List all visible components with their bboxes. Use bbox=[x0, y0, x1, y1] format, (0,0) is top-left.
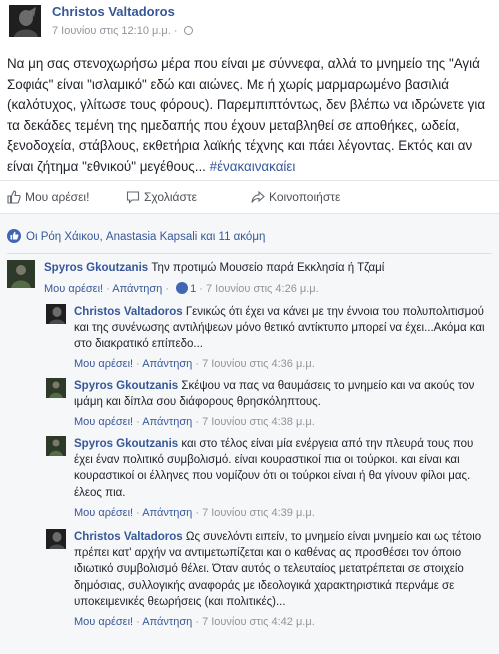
comment-timestamp[interactable]: 7 Ιουνίου στις 4:38 μ.μ. bbox=[202, 416, 315, 428]
post-action-bar: Μου αρέσει! Σχολιάστε Κοινοποιήστε bbox=[0, 180, 499, 214]
comment-author[interactable]: Christos Valtadoros bbox=[74, 531, 183, 543]
comment-actions: Μου αρέσει! · Απάντηση · 1 · 7 Ιουνίου σ… bbox=[44, 282, 319, 295]
reply-comment: Spyros Gkoutzanis Σκέψου να πας να θαυμά… bbox=[46, 378, 495, 442]
separator-dot: · bbox=[173, 25, 181, 37]
post-header: Christos Valtadoros 7 Ιουνίου στις 12:10… bbox=[0, 0, 499, 48]
likers-summary[interactable]: Οι Ρόη Χάικου, Anastasia Kapsali και 11 … bbox=[7, 229, 265, 243]
thumbs-up-icon bbox=[7, 190, 21, 204]
like-reaction-icon bbox=[7, 229, 21, 243]
comment-like-link[interactable]: Μου αρέσει! bbox=[44, 283, 103, 295]
comment-reply-link[interactable]: Απάντηση bbox=[142, 358, 192, 370]
comment-icon bbox=[126, 191, 140, 204]
author-avatar[interactable] bbox=[9, 5, 41, 37]
post-hashtag[interactable]: #ένακαινακαίει bbox=[210, 159, 296, 174]
commenter-avatar[interactable] bbox=[7, 260, 35, 288]
like-count-icon bbox=[176, 282, 189, 294]
avatar-photo bbox=[46, 436, 66, 456]
comment-actions: Μου αρέσει! · Απάντηση · 7 Ιουνίου στις … bbox=[74, 416, 315, 428]
comment-author[interactable]: Christos Valtadoros bbox=[74, 306, 183, 318]
reply-comment: Christos Valtadoros Γενικώς ότι έχει να … bbox=[46, 304, 495, 384]
comment-text: Christos Valtadoros Γενικώς ότι έχει να … bbox=[74, 304, 494, 353]
comment-body: Την προτιμώ Μουσείο παρά Εκκλησία ή Τζαμ… bbox=[151, 262, 385, 274]
divider bbox=[7, 253, 492, 254]
comment-actions: Μου αρέσει! · Απάντηση · 7 Ιουνίου στις … bbox=[74, 507, 315, 519]
avatar-photo bbox=[46, 529, 66, 549]
comment-timestamp[interactable]: 7 Ιουνίου στις 4:42 μ.μ. bbox=[202, 616, 315, 628]
commenter-avatar[interactable] bbox=[46, 378, 66, 398]
reply-comment: Spyros Gkoutzanis και στο τέλος είναι μί… bbox=[46, 436, 495, 528]
comment-like-link[interactable]: Μου αρέσει! bbox=[74, 416, 133, 428]
comment-text: Spyros Gkoutzanis Την προτιμώ Μουσείο πα… bbox=[44, 260, 494, 276]
comment-author[interactable]: Spyros Gkoutzanis bbox=[74, 380, 178, 392]
comment-timestamp[interactable]: 7 Ιουνίου στις 4:26 μ.μ. bbox=[206, 283, 319, 295]
commenter-avatar[interactable] bbox=[46, 304, 66, 324]
post-author-name[interactable]: Christos Valtadoros bbox=[52, 4, 175, 19]
like-button[interactable]: Μου αρέσει! bbox=[7, 190, 89, 204]
comment-author[interactable]: Spyros Gkoutzanis bbox=[74, 438, 178, 450]
share-button-label: Κοινοποιήστε bbox=[269, 190, 341, 204]
comment-like-count[interactable]: 1 bbox=[190, 283, 196, 295]
comment-reply-link[interactable]: Απάντηση bbox=[142, 416, 192, 428]
avatar-photo bbox=[9, 5, 41, 37]
post-body: Να μη σας στενοχωρήσω μέρα που είναι με … bbox=[7, 56, 486, 174]
comment-like-link[interactable]: Μου αρέσει! bbox=[74, 616, 133, 628]
comment-author[interactable]: Spyros Gkoutzanis bbox=[44, 262, 148, 274]
comment-text: Spyros Gkoutzanis και στο τέλος είναι μί… bbox=[74, 436, 494, 501]
reply-comment: Christos Valtadoros Ως συνελόντι ειπείν,… bbox=[46, 529, 495, 649]
share-button[interactable]: Κοινοποιήστε bbox=[251, 190, 340, 204]
comment-reply-link[interactable]: Απάντηση bbox=[112, 283, 162, 295]
separator-dot: · bbox=[165, 283, 173, 295]
comment-like-link[interactable]: Μου αρέσει! bbox=[74, 507, 133, 519]
share-icon bbox=[251, 190, 265, 203]
comment-like-link[interactable]: Μου αρέσει! bbox=[74, 358, 133, 370]
post-timestamp[interactable]: 7 Ιουνίου στις 12:10 μ.μ. bbox=[52, 25, 171, 37]
commenter-avatar[interactable] bbox=[46, 529, 66, 549]
comment-reply-link[interactable]: Απάντηση bbox=[142, 616, 192, 628]
post-meta: 7 Ιουνίου στις 12:10 μ.μ. · bbox=[52, 25, 193, 37]
comment: Spyros Gkoutzanis Την προτιμώ Μουσείο πα… bbox=[7, 260, 495, 310]
commenter-avatar[interactable] bbox=[46, 436, 66, 456]
feedback-section: Οι Ρόη Χάικου, Anastasia Kapsali και 11 … bbox=[0, 214, 499, 654]
comment-text: Spyros Gkoutzanis Σκέψου να πας να θαυμά… bbox=[74, 378, 494, 410]
comment-button-label: Σχολιάστε bbox=[144, 190, 197, 204]
post-text: Να μη σας στενοχωρήσω μέρα που είναι με … bbox=[7, 54, 495, 177]
like-button-label: Μου αρέσει! bbox=[25, 190, 90, 204]
globe-icon[interactable] bbox=[183, 26, 193, 35]
comment-actions: Μου αρέσει! · Απάντηση · 7 Ιουνίου στις … bbox=[74, 616, 315, 628]
avatar-photo bbox=[46, 378, 66, 398]
comment-text: Christos Valtadoros Ως συνελόντι ειπείν,… bbox=[74, 529, 494, 610]
avatar-photo bbox=[46, 304, 66, 324]
comment-reply-link[interactable]: Απάντηση bbox=[142, 507, 192, 519]
separator-dot: · bbox=[199, 283, 206, 295]
avatar-photo bbox=[7, 260, 35, 288]
comment-actions: Μου αρέσει! · Απάντηση · 7 Ιουνίου στις … bbox=[74, 358, 315, 370]
likers-text: Οι Ρόη Χάικου, Anastasia Kapsali και 11 … bbox=[26, 231, 266, 243]
comment-timestamp[interactable]: 7 Ιουνίου στις 4:39 μ.μ. bbox=[202, 507, 315, 519]
comment-button[interactable]: Σχολιάστε bbox=[126, 190, 197, 204]
comment-timestamp[interactable]: 7 Ιουνίου στις 4:36 μ.μ. bbox=[202, 358, 315, 370]
